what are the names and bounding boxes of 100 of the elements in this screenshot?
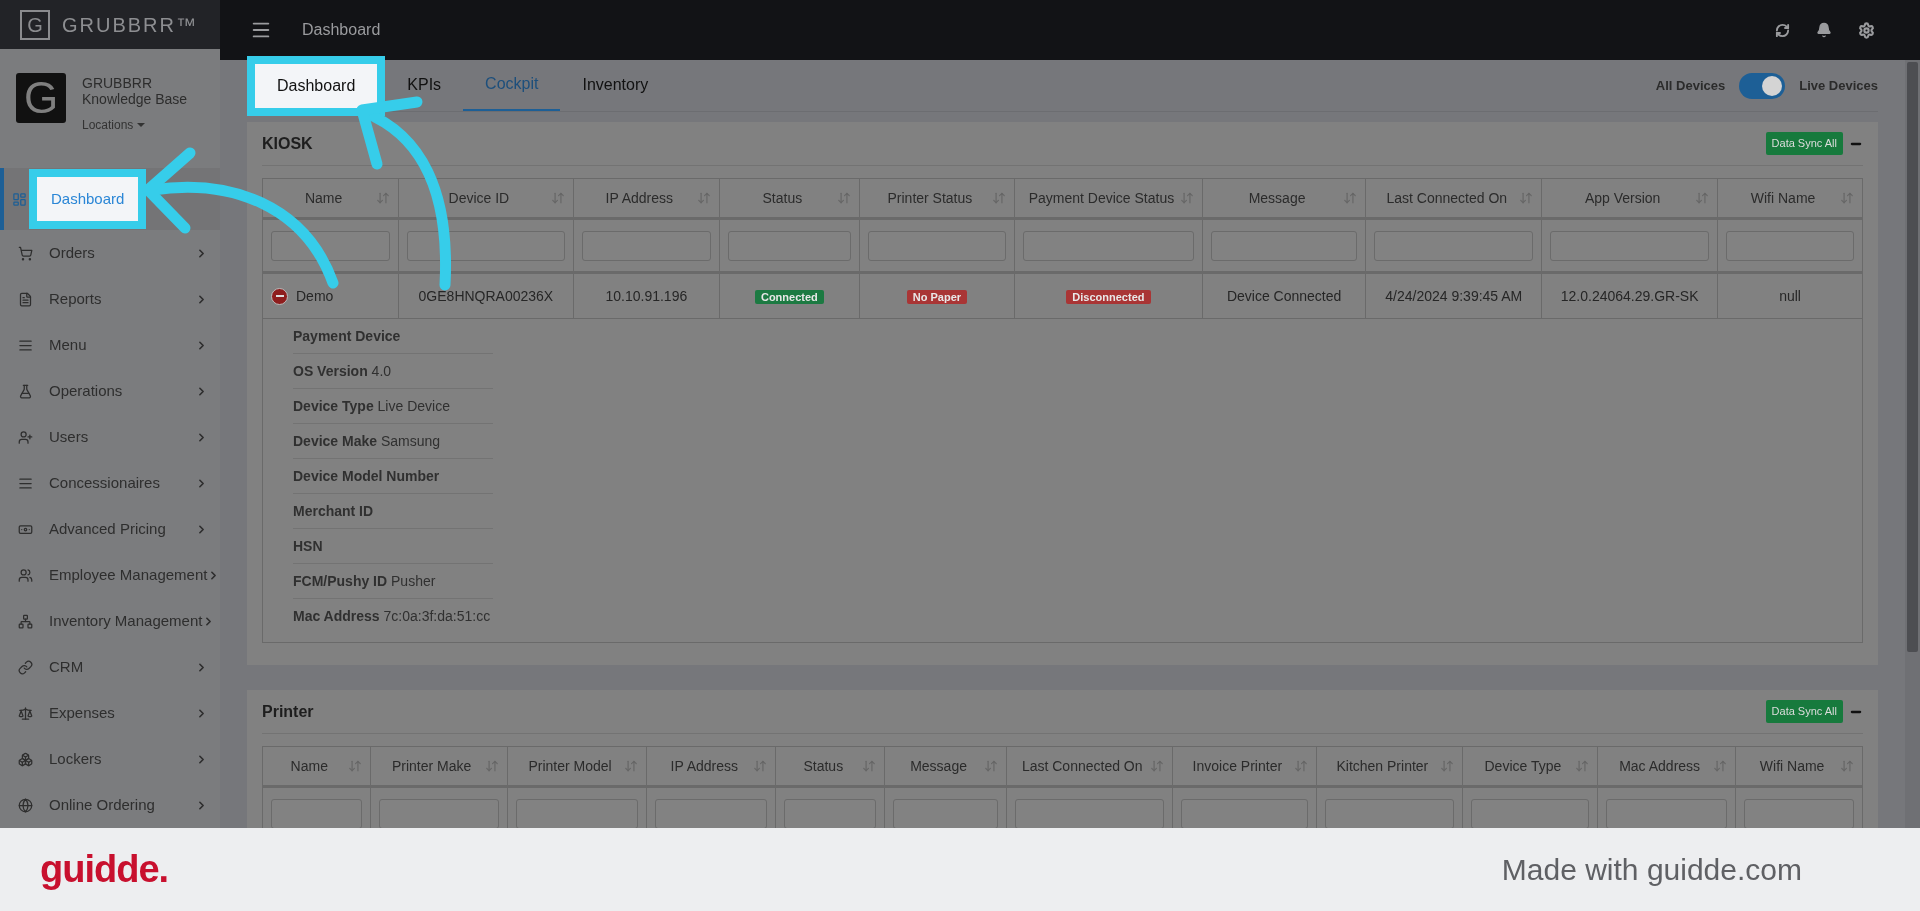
column-header[interactable]: Device Type bbox=[1462, 746, 1598, 787]
filter-field[interactable] bbox=[378, 798, 499, 829]
settings-icon[interactable] bbox=[1858, 21, 1875, 39]
column-header[interactable]: Device ID bbox=[398, 178, 574, 219]
sort-icon bbox=[1695, 191, 1710, 205]
sort-icon bbox=[347, 759, 362, 773]
sidebar-item[interactable]: Online Ordering bbox=[0, 782, 220, 828]
flask-icon bbox=[18, 383, 33, 399]
detail-field: FCM/Pushy ID Pusher bbox=[293, 570, 436, 592]
data-sync-button[interactable]: Data Sync All bbox=[1765, 132, 1843, 155]
sidebar-item[interactable]: Inventory Management bbox=[0, 598, 220, 644]
table-cell: Device Connected bbox=[1226, 287, 1342, 304]
tab[interactable]: Dashboard bbox=[247, 56, 386, 116]
sort-icon bbox=[550, 191, 565, 205]
filter-field[interactable] bbox=[784, 798, 877, 829]
sidebar-item[interactable]: Users bbox=[0, 414, 220, 460]
sort-icon bbox=[862, 759, 877, 773]
column-header[interactable]: Status bbox=[719, 178, 860, 219]
detail-field: Merchant ID bbox=[293, 500, 374, 522]
sidebar-label: Orders bbox=[49, 242, 95, 263]
detail-field: HSN bbox=[293, 535, 323, 557]
sidebar-item[interactable]: Employee Management bbox=[0, 552, 220, 598]
filter-field[interactable] bbox=[655, 798, 768, 829]
table-cell: 10.10.91.196 bbox=[605, 287, 688, 304]
sidebar-item[interactable]: Advanced Pricing bbox=[0, 506, 220, 552]
status-badge: Connected bbox=[754, 289, 824, 304]
filter-field[interactable] bbox=[271, 798, 362, 829]
sidebar-item[interactable]: Concessionaires bbox=[0, 460, 220, 506]
sort-icon bbox=[376, 191, 391, 205]
sort-icon bbox=[1439, 759, 1454, 773]
sidebar-item[interactable]: CRM bbox=[0, 644, 220, 690]
column-header[interactable]: Printer Make bbox=[370, 746, 508, 787]
sidebar-item[interactable]: Reports bbox=[0, 276, 220, 322]
sort-icon bbox=[1343, 191, 1358, 205]
sidebar-item[interactable]: Expenses bbox=[0, 690, 220, 736]
sort-icon bbox=[697, 191, 712, 205]
brand-name: GRUBBRR™ bbox=[62, 12, 198, 38]
sidebar-item[interactable]: Lockers bbox=[0, 736, 220, 782]
status-badge: No Paper bbox=[906, 289, 968, 304]
detail-field: Mac Address 7c:0a:3f:da:51:cc bbox=[293, 606, 491, 627]
column-header[interactable]: Wifi Name bbox=[1735, 746, 1863, 787]
column-header[interactable]: App Version bbox=[1541, 178, 1718, 219]
column-header[interactable]: Last Connected On bbox=[1365, 178, 1542, 219]
refresh-icon[interactable] bbox=[1775, 22, 1790, 38]
column-header[interactable]: Name bbox=[262, 178, 399, 219]
sidebar-label: CRM bbox=[49, 656, 84, 677]
dashboard-icon bbox=[12, 191, 27, 207]
filter-field[interactable] bbox=[1606, 798, 1728, 829]
card-title: KIOSK bbox=[262, 133, 313, 154]
collapse-row-icon[interactable] bbox=[271, 287, 288, 305]
tab[interactable]: Inventory bbox=[560, 59, 671, 111]
link-icon bbox=[18, 659, 33, 675]
column-header[interactable]: Invoice Printer bbox=[1172, 746, 1317, 787]
detail-field: Device Model Number bbox=[293, 465, 440, 487]
column-header[interactable]: IP Address bbox=[573, 178, 720, 219]
notifications-icon[interactable] bbox=[1816, 22, 1832, 38]
column-header[interactable]: Mac Address bbox=[1597, 746, 1736, 787]
detail-field: Device Make Samsung bbox=[293, 430, 441, 452]
column-header[interactable]: Last Connected On bbox=[1006, 746, 1173, 787]
data-sync-button[interactable]: Data Sync All bbox=[1765, 700, 1843, 723]
filter-field[interactable] bbox=[1744, 798, 1854, 829]
user-plus-icon bbox=[18, 429, 33, 445]
sidebar-label: Reports bbox=[49, 288, 102, 309]
column-header[interactable]: Payment Device Status bbox=[1014, 178, 1203, 219]
filter-field[interactable] bbox=[1014, 798, 1164, 829]
sidebar-label: Advanced Pricing bbox=[49, 518, 166, 539]
sidebar-label: Operations bbox=[49, 380, 123, 401]
filter-field[interactable] bbox=[1324, 798, 1454, 829]
sort-icon bbox=[1713, 759, 1728, 773]
sidebar-item[interactable]: Menu bbox=[0, 322, 220, 368]
sidebar-label: Lockers bbox=[49, 748, 102, 769]
sidebar-item[interactable]: Operations bbox=[0, 368, 220, 414]
filter-field[interactable] bbox=[407, 230, 565, 261]
filter-field[interactable] bbox=[1470, 798, 1590, 829]
filter-field[interactable] bbox=[893, 798, 998, 829]
sort-icon bbox=[484, 759, 499, 773]
column-header[interactable]: Message bbox=[884, 746, 1007, 787]
column-header[interactable]: IP Address bbox=[647, 746, 776, 787]
device-toggle[interactable] bbox=[1739, 72, 1786, 99]
toggle-label: Live Devices bbox=[1799, 76, 1878, 95]
filter-field[interactable] bbox=[515, 798, 639, 829]
sidebar-item[interactable]: Orders bbox=[0, 230, 220, 276]
scrollbar[interactable] bbox=[1905, 60, 1920, 828]
tab[interactable]: Cockpit bbox=[463, 59, 561, 111]
sidebar-label: Users bbox=[49, 426, 89, 447]
filter-field[interactable] bbox=[1180, 798, 1308, 829]
column-header[interactable]: Name bbox=[262, 746, 371, 787]
scale-icon bbox=[18, 705, 33, 721]
column-header[interactable]: Message bbox=[1202, 178, 1366, 219]
detail-field: Device Type Live Device bbox=[293, 395, 450, 417]
sidebar-label: Online Ordering bbox=[49, 794, 155, 815]
sidebar-label: Dashboard bbox=[29, 169, 147, 229]
column-header[interactable]: Status bbox=[775, 746, 885, 787]
column-header[interactable]: Kitchen Printer bbox=[1316, 746, 1463, 787]
sidebar-label: Concessionaires bbox=[49, 472, 160, 493]
column-header[interactable]: Printer Status bbox=[859, 178, 1015, 219]
locations-dropdown[interactable]: Locations bbox=[82, 116, 146, 135]
column-header[interactable]: Wifi Name bbox=[1717, 178, 1863, 219]
column-header[interactable]: Printer Model bbox=[507, 746, 647, 787]
tab[interactable]: KPIs bbox=[385, 59, 464, 111]
